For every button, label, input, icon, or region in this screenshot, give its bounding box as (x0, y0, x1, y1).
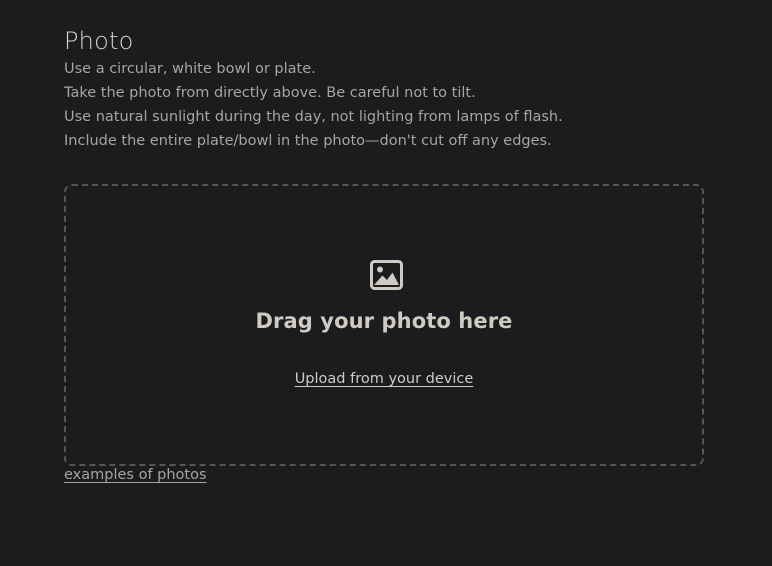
photo-dropzone[interactable]: Drag your photo here Upload from your de… (64, 184, 704, 466)
instruction-item: Use a circular, white bowl or plate. (64, 61, 316, 77)
instructions-list: Use a circular, white bowl or plate. Tak… (64, 57, 704, 153)
upload-link-wrapper: Upload from your device (66, 371, 702, 387)
image-icon (370, 260, 403, 290)
instruction-item: Use natural sunlight during the day, not… (64, 109, 563, 125)
dropzone-heading: Drag your photo here (255, 309, 513, 333)
examples-of-photos-link[interactable]: examples of photos (64, 467, 207, 483)
upload-from-device-link[interactable]: Upload from your device (295, 371, 474, 387)
section-title: Photo (64, 27, 134, 55)
instruction-item: Include the entire plate/bowl in the pho… (64, 133, 552, 149)
photo-section: Photo Use a circular, white bowl or plat… (64, 26, 704, 153)
instruction-item: Take the photo from directly above. Be c… (64, 85, 476, 101)
